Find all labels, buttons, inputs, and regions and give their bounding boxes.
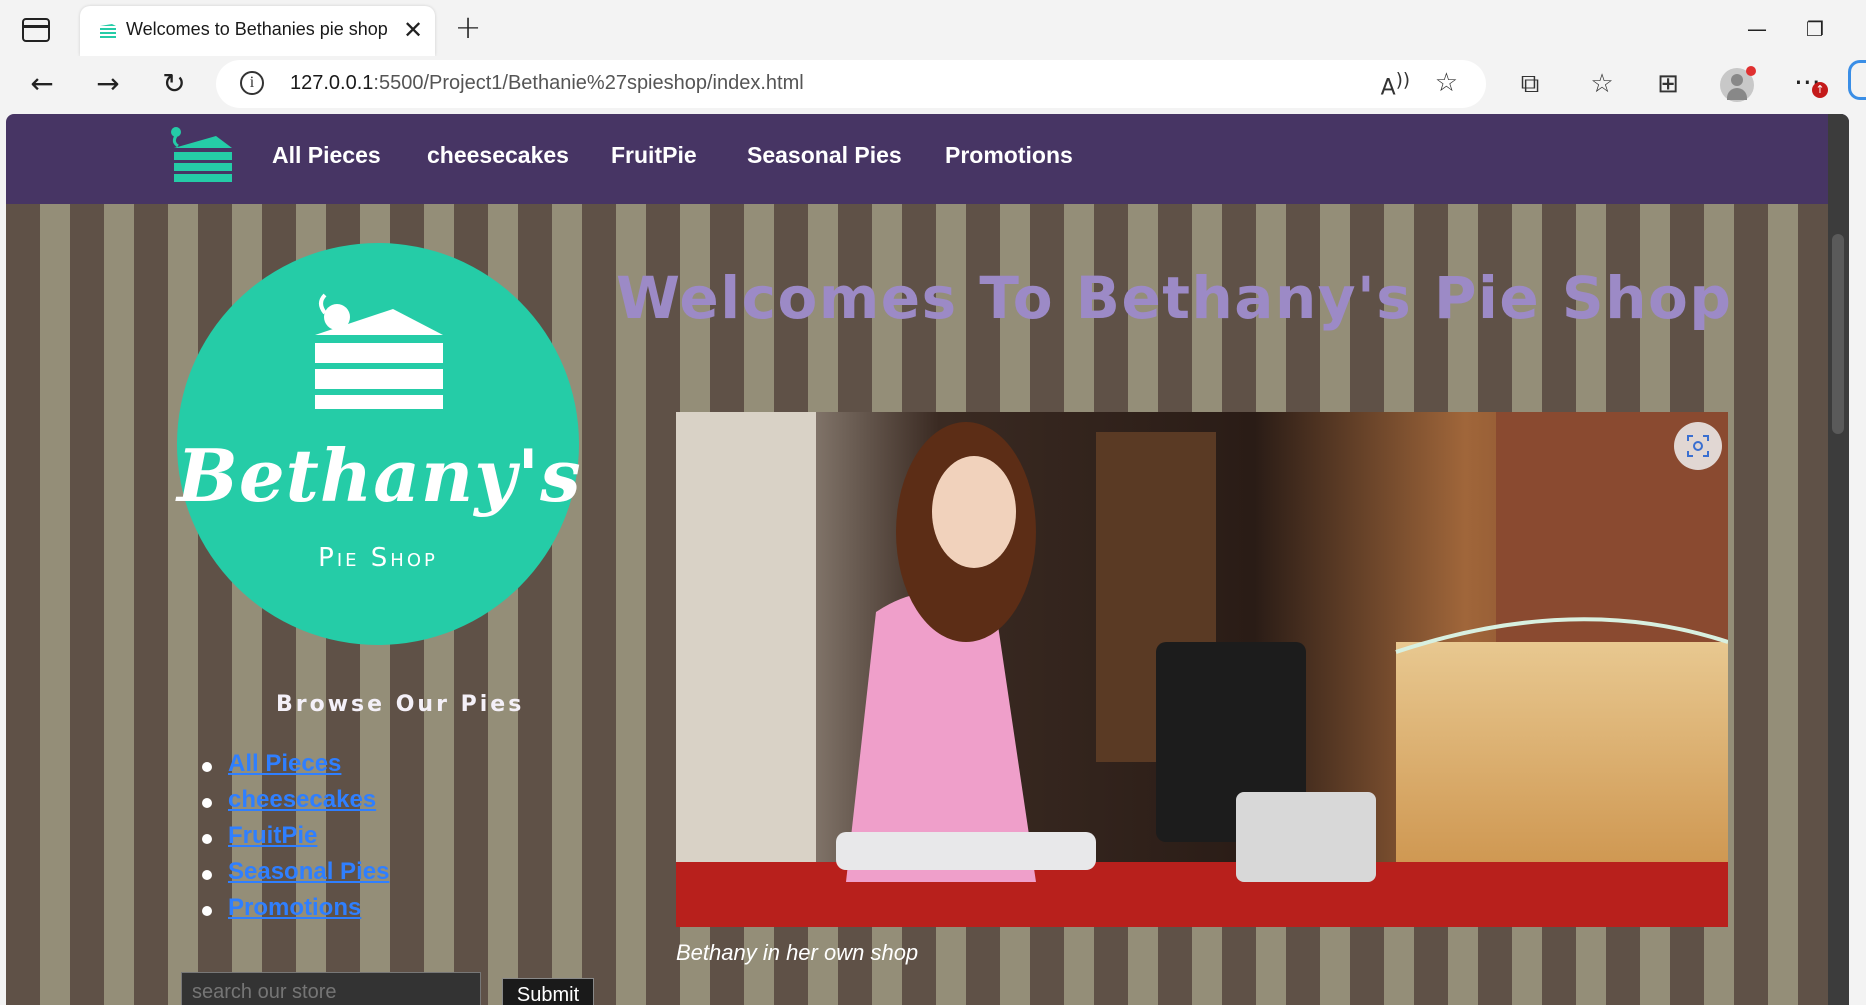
close-tab-icon[interactable]: ✕ bbox=[399, 16, 427, 44]
cake-slice-icon bbox=[315, 293, 443, 409]
visual-search-icon bbox=[1687, 435, 1709, 457]
page-title: Welcomes To Bethany's Pie Shop bbox=[616, 264, 1733, 332]
sidebar-toggle-icon[interactable] bbox=[22, 18, 50, 42]
url-path: :5500/Project1/Bethanie%27spieshop/index… bbox=[373, 72, 804, 94]
profile-status-dot bbox=[1746, 66, 1756, 76]
tab-title: Welcomes to Bethanies pie shop bbox=[126, 19, 388, 39]
address-bar[interactable]: i 127.0.0.1:5500/Project1/Bethanie%27spi… bbox=[216, 60, 1486, 108]
profile-avatar[interactable] bbox=[1720, 66, 1756, 102]
sidebar-item-seasonal-pies: Seasonal Pies bbox=[202, 858, 389, 894]
page-viewport: All Pieces cheesecakes FruitPie Seasonal… bbox=[6, 114, 1849, 1005]
settings-more-button[interactable]: ··· ↑ bbox=[1794, 66, 1828, 99]
url-text[interactable]: 127.0.0.1:5500/Project1/Bethanie%27spies… bbox=[290, 72, 804, 95]
submit-button[interactable]: Submit bbox=[502, 978, 594, 1005]
sidebar-item-all-pieces: All Pieces bbox=[202, 750, 389, 786]
sidebar-link-fruitpie[interactable]: FruitPie bbox=[228, 822, 317, 849]
nav-link-seasonal-pies[interactable]: Seasonal Pies bbox=[747, 142, 902, 169]
scrollbar-thumb[interactable] bbox=[1832, 234, 1844, 434]
url-host: 127.0.0.1 bbox=[290, 72, 374, 94]
reload-icon[interactable]: ↻ bbox=[156, 66, 192, 102]
nav-link-cheesecakes[interactable]: cheesecakes bbox=[427, 142, 569, 169]
collections-icon[interactable]: ⊞ bbox=[1652, 68, 1684, 100]
browser-toolbar: ← → ↻ i 127.0.0.1:5500/Project1/Bethanie… bbox=[0, 56, 1866, 112]
bethanys-logo: Bethany's Pie Shop bbox=[177, 243, 582, 645]
photo-caption: Bethany in her own shop bbox=[676, 940, 919, 965]
nav-link-all-pieces[interactable]: All Pieces bbox=[272, 142, 381, 169]
browser-tab[interactable]: Welcomes to Bethanies pie shop ✕ bbox=[80, 6, 435, 56]
bethany-shop-photo bbox=[676, 412, 1728, 927]
sidebar-link-cheesecakes[interactable]: cheesecakes bbox=[228, 786, 376, 813]
sidebar-link-list: All Pieces cheesecakes FruitPie Seasonal… bbox=[202, 750, 389, 930]
nav-link-promotions[interactable]: Promotions bbox=[945, 142, 1073, 169]
copilot-icon[interactable] bbox=[1848, 60, 1866, 100]
sidebar-link-seasonal-pies[interactable]: Seasonal Pies bbox=[228, 858, 389, 885]
site-info-icon[interactable]: i bbox=[240, 71, 264, 95]
cake-logo-icon[interactable] bbox=[166, 126, 238, 184]
new-tab-button[interactable]: + bbox=[452, 11, 484, 44]
sidebar-item-cheesecakes: cheesecakes bbox=[202, 786, 389, 822]
sidebar-item-promotions: Promotions bbox=[202, 894, 389, 930]
back-icon[interactable]: ← bbox=[24, 66, 60, 102]
search-input[interactable] bbox=[181, 972, 481, 1005]
pie-favicon-icon bbox=[100, 24, 116, 38]
logo-subtitle: Pie Shop bbox=[318, 543, 438, 573]
visual-search-button[interactable] bbox=[1674, 422, 1722, 470]
logo-name: Bethany's bbox=[177, 433, 582, 518]
minimize-icon[interactable]: — bbox=[1742, 14, 1772, 44]
sidebar-item-fruitpie: FruitPie bbox=[202, 822, 389, 858]
nav-link-fruitpie[interactable]: FruitPie bbox=[611, 142, 697, 169]
add-favorite-icon[interactable]: ☆ bbox=[1435, 68, 1458, 98]
extensions-icon[interactable]: ⧉ bbox=[1514, 68, 1546, 100]
browse-title: Browse Our Pies bbox=[276, 692, 525, 717]
sidebar-link-promotions[interactable]: Promotions bbox=[228, 894, 361, 921]
tab-bar: Welcomes to Bethanies pie shop ✕ + — ❐ bbox=[0, 0, 1866, 56]
sidebar-link-all-pieces[interactable]: All Pieces bbox=[228, 750, 341, 777]
restore-icon[interactable]: ❐ bbox=[1800, 14, 1830, 44]
favorites-icon[interactable]: ☆ bbox=[1586, 68, 1618, 100]
forward-icon[interactable]: → bbox=[90, 66, 126, 102]
site-navbar: All Pieces cheesecakes FruitPie Seasonal… bbox=[6, 114, 1849, 204]
update-badge: ↑ bbox=[1812, 82, 1828, 98]
read-aloud-icon[interactable]: A)) bbox=[1381, 70, 1410, 100]
